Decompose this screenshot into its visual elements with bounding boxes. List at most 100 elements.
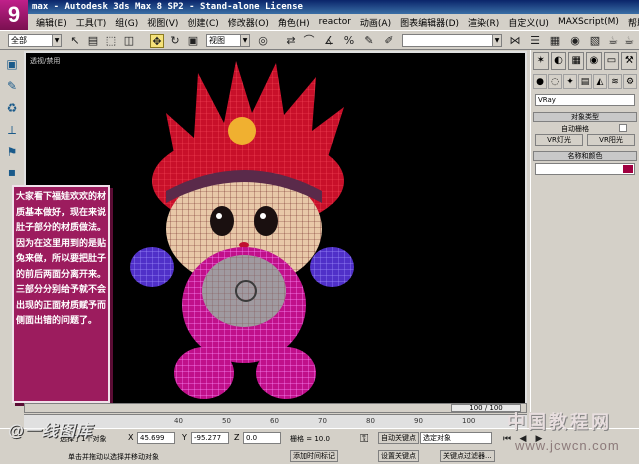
grid-size: 栅格 = 10.0: [290, 435, 330, 443]
title-bar: max - Autodesk 3ds Max 8 SP2 - Stand-alo…: [0, 0, 639, 14]
window-crossing-icon[interactable]: ◫: [122, 34, 136, 48]
site-url-watermark: www.jcwcn.com: [515, 438, 620, 453]
chevron-down-icon: ▼: [240, 35, 249, 46]
command-tab[interactable]: ⚒: [621, 52, 638, 70]
menu-item[interactable]: 图表编辑器(D): [400, 16, 459, 29]
left-eye: [210, 206, 234, 236]
selection-filter-value: 全部: [11, 36, 27, 45]
motion-icon[interactable]: ⟂: [4, 122, 20, 138]
cameras-icon[interactable]: ▤: [578, 74, 592, 89]
ruler-tick-label: 90: [414, 417, 423, 425]
menu-item[interactable]: 自定义(U): [508, 16, 549, 29]
menu-item[interactable]: 动画(A): [360, 16, 391, 29]
create-category-icons: ● ◌ ✦ ▤ ◭ ≋ ⚙: [533, 74, 637, 90]
site-watermark: 中国教程网: [507, 412, 612, 432]
command-tab[interactable]: ▦: [568, 52, 585, 70]
layer-manager-icon[interactable]: ☰: [528, 34, 542, 48]
curve-editor-icon[interactable]: ▦: [548, 34, 562, 48]
key-mode-dropdown[interactable]: 选定对象: [420, 432, 492, 444]
command-tab[interactable]: ◐: [550, 52, 567, 70]
systems-icon[interactable]: ⚙: [623, 74, 637, 89]
menu-item[interactable]: 角色(H): [278, 16, 310, 29]
left-leg: [174, 347, 234, 399]
snap-toggle-icon[interactable]: ⌒: [302, 34, 316, 48]
display-icon[interactable]: ⚑: [4, 144, 20, 160]
render-last-icon[interactable]: ☕: [622, 34, 636, 48]
menu-item[interactable]: 创建(C): [187, 16, 218, 29]
pivot-center-icon[interactable]: ◎: [256, 34, 270, 48]
geometry-icon[interactable]: ●: [533, 74, 547, 89]
prompt-line: 单击并拖动以选择并移动对象: [68, 453, 159, 461]
menu-item[interactable]: 视图(V): [147, 16, 178, 29]
material-editor-icon[interactable]: ◉: [568, 34, 582, 48]
quick-render-icon[interactable]: ☕: [606, 34, 620, 48]
auto-grid-label: 自动栅格: [561, 125, 589, 133]
name-color-rollout[interactable]: 名称和颜色: [533, 151, 637, 161]
command-tab[interactable]: ◉: [586, 52, 602, 70]
y-coordinate[interactable]: -95.277: [191, 432, 229, 444]
ruler-tick-label: 60: [270, 417, 279, 425]
selection-filter-dropdown[interactable]: 全部 ▼: [8, 34, 62, 47]
rect-select-icon[interactable]: ⬚: [104, 34, 118, 48]
auto-grid-checkbox[interactable]: [619, 124, 627, 132]
ruler-tick-label: 80: [366, 417, 375, 425]
right-arm: [310, 247, 354, 287]
named-selection-icon[interactable]: ✐: [382, 34, 396, 48]
key-icon: ⚿: [360, 432, 369, 445]
select-arrow-icon[interactable]: ↖: [68, 34, 82, 48]
menu-item[interactable]: reactor: [319, 17, 351, 27]
command-panel-tabs: ✶ ◐ ▦ ◉ ▭ ⚒: [533, 52, 638, 72]
select-by-name-icon[interactable]: ▤: [86, 34, 100, 48]
key-filters-button[interactable]: 关键点过滤器...: [440, 450, 495, 462]
left-tool-strip: ▣ ✎ ♻ ⟂ ⚑ ▪: [0, 50, 24, 180]
renderer-dropdown[interactable]: VRay: [535, 94, 635, 106]
chevron-down-icon: ▼: [492, 35, 501, 46]
object-color-swatch[interactable]: [623, 165, 633, 173]
add-time-tag-button[interactable]: 添加时间标记: [290, 450, 338, 462]
utilities-icon[interactable]: ▪: [4, 164, 20, 180]
mirror-icon[interactable]: ⋈: [508, 34, 522, 48]
shapes-icon[interactable]: ✎: [4, 78, 20, 94]
menu-item[interactable]: 组(G): [115, 16, 138, 29]
vr-light-button[interactable]: VR灯光: [535, 134, 583, 146]
spinner-snap-icon[interactable]: ✎: [362, 34, 376, 48]
select-link-icon[interactable]: ⇄: [284, 34, 298, 48]
render-setup-icon[interactable]: ▧: [588, 34, 602, 48]
auto-key-button[interactable]: 自动关键点: [378, 432, 419, 444]
object-name-field[interactable]: [535, 163, 635, 175]
percent-snap-icon[interactable]: %: [342, 34, 356, 48]
shapes-cat-icon[interactable]: ◌: [548, 74, 562, 89]
select-scale-icon[interactable]: ▣: [186, 34, 200, 48]
command-tab[interactable]: ✶: [533, 52, 549, 70]
spacewarps-icon[interactable]: ≋: [608, 74, 622, 89]
reference-coord-dropdown[interactable]: 视图 ▼: [206, 34, 250, 47]
z-coordinate[interactable]: 0.0: [243, 432, 281, 444]
key-mode-value: 选定对象: [423, 434, 451, 442]
menu-item[interactable]: MAXScript(M): [558, 17, 619, 27]
menu-item[interactable]: 工具(T): [76, 16, 107, 29]
named-selection-dropdown[interactable]: ▼: [402, 34, 502, 47]
angle-snap-icon[interactable]: ∡: [322, 34, 336, 48]
menu-item[interactable]: 渲染(R): [468, 16, 499, 29]
menu-bar: 编辑(E) 工具(T) 组(G) 视图(V) 创建(C) 修改器(O) 角色(H) react…: [0, 14, 639, 30]
create-geometry-icon[interactable]: ▣: [4, 56, 20, 72]
select-move-icon[interactable]: ✥: [150, 34, 164, 48]
ruler-tick-label: 70: [318, 417, 327, 425]
set-key-button[interactable]: 设置关键点: [378, 450, 419, 462]
goto-start-icon[interactable]: ⏮: [500, 432, 514, 446]
hierarchy-icon[interactable]: ♻: [4, 100, 20, 116]
object-type-rollout[interactable]: 对象类型: [533, 112, 637, 122]
helpers-icon[interactable]: ◭: [593, 74, 607, 89]
menu-item[interactable]: 编辑(E): [36, 16, 67, 29]
main-toolbar: 全部 ▼ ↖ ▤ ⬚ ◫ ✥ ↻ ▣ 视图 ▼ ◎ ⇄ ⌒ ∡ % ✎ ✐ ▼ …: [0, 30, 639, 50]
tuku-logo: @一线图库: [8, 423, 93, 440]
vr-sun-button[interactable]: VR阳光: [587, 134, 635, 146]
step-badge: 9: [0, 0, 28, 30]
command-tab[interactable]: ▭: [603, 52, 620, 70]
tutorial-annotation: 大家看下福娃欢欢的材质基本做好，现在来说肚子部分的材质做法。因为在这里用到的是贴…: [12, 185, 110, 403]
command-panel: ✶ ◐ ▦ ◉ ▭ ⚒ ● ◌ ✦ ▤ ◭ ≋ ⚙ VRay 对象类型 自动栅格 VR灯光…: [530, 50, 639, 412]
lights-icon[interactable]: ✦: [563, 74, 577, 89]
menu-item[interactable]: 帮助(H): [628, 16, 639, 29]
select-rotate-icon[interactable]: ↻: [168, 34, 182, 48]
menu-item[interactable]: 修改器(O): [228, 16, 269, 29]
